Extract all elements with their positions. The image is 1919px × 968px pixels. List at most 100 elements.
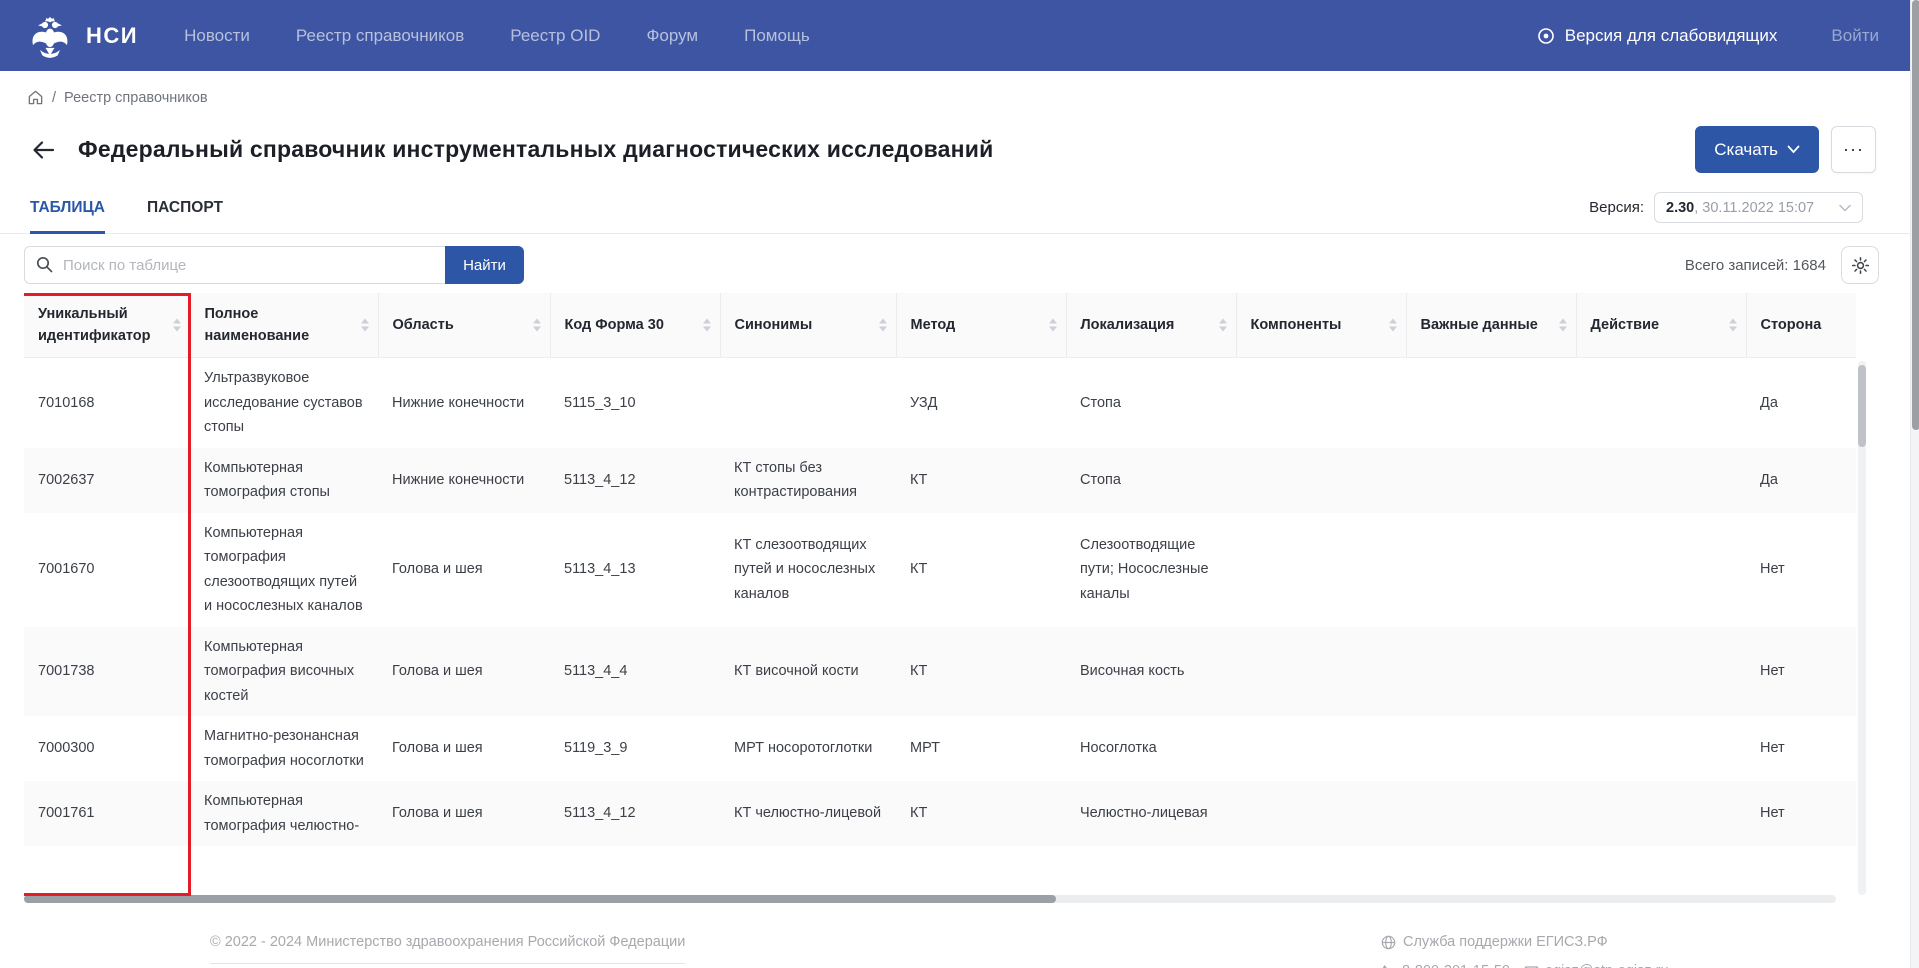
nav-links: Новости Реестр справочников Реестр OID Ф…	[184, 26, 810, 46]
table-row[interactable]: 7001670Компьютерная томография слезоотво…	[24, 513, 1856, 627]
sort-icon[interactable]	[533, 319, 541, 332]
cell-code: 5119_3_9	[550, 716, 720, 781]
nav-item-oid[interactable]: Реестр OID	[510, 26, 600, 46]
sort-icon[interactable]	[703, 319, 711, 332]
cell-id: 7001761	[24, 781, 190, 846]
sort-icon[interactable]	[1729, 319, 1737, 332]
sort-icon[interactable]	[1559, 319, 1567, 332]
cell-localization: Носоглотка	[1066, 716, 1236, 781]
brand[interactable]: НСИ	[28, 13, 138, 59]
footer: © 2022 - 2024 Министерство здравоохранен…	[0, 934, 1919, 968]
horizontal-scrollbar-thumb[interactable]	[24, 895, 1056, 903]
table-row[interactable]: 7001761Компьютерная томография челюстно-…	[24, 781, 1856, 846]
column-label: Область	[393, 317, 454, 333]
total-records-label: Всего записей: 1684	[1685, 257, 1826, 274]
horizontal-scrollbar[interactable]	[24, 895, 1836, 903]
column-header-important[interactable]: Важные данные	[1406, 293, 1576, 358]
nav-item-registry[interactable]: Реестр справочников	[296, 26, 464, 46]
cell-area: Нижние конечности	[378, 448, 550, 513]
tab-table[interactable]: ТАБЛИЦА	[30, 189, 105, 233]
download-button[interactable]: Скачать	[1695, 126, 1819, 173]
version-select[interactable]: 2.30, 30.11.2022 15:07	[1654, 192, 1863, 223]
cell-code: 5115_3_10	[550, 358, 720, 448]
cell-components	[1236, 716, 1406, 781]
search-input[interactable]	[24, 246, 445, 284]
copyright-link[interactable]: © 2022 - 2024 Министерство здравоохранен…	[210, 934, 685, 964]
column-header-localization[interactable]: Локализация	[1066, 293, 1236, 358]
login-button[interactable]: Войти	[1831, 26, 1879, 46]
cell-synonyms: КТ височной кости	[720, 627, 896, 717]
cell-id: 7010168	[24, 358, 190, 448]
column-header-action[interactable]: Действие	[1576, 293, 1746, 358]
back-arrow-icon[interactable]	[30, 136, 58, 164]
vertical-scrollbar[interactable]	[1858, 361, 1866, 895]
sort-icon[interactable]	[361, 319, 369, 332]
download-label: Скачать	[1714, 140, 1778, 160]
cell-area: Голова и шея	[378, 627, 550, 717]
cell-method: КТ	[896, 781, 1066, 846]
table-row[interactable]: 7010168Ультразвуковое исследование суста…	[24, 358, 1856, 448]
table-row[interactable]: 7001738Компьютерная томография височных …	[24, 627, 1856, 717]
column-header-id[interactable]: Уникальный идентификатор	[24, 293, 190, 358]
search-icon	[36, 256, 53, 273]
cell-name: Компьютерная томография стопы	[190, 448, 378, 513]
sort-icon[interactable]	[1219, 319, 1227, 332]
column-header-name[interactable]: Полное наименование	[190, 293, 378, 358]
title-row: Федеральный справочник инструментальных …	[0, 106, 1919, 173]
column-header-method[interactable]: Метод	[896, 293, 1066, 358]
breadcrumb-current[interactable]: Реестр справочников	[64, 90, 208, 106]
cell-synonyms: КТ слезоотводящих путей и носослезных ка…	[720, 513, 896, 627]
cell-method: УЗД	[896, 358, 1066, 448]
cell-components	[1236, 448, 1406, 513]
cell-side: Да	[1746, 448, 1856, 513]
window-scrollbar-thumb[interactable]	[1912, 0, 1919, 430]
cell-id: 7001738	[24, 627, 190, 717]
column-header-code[interactable]: Код Форма 30	[550, 293, 720, 358]
cell-id: 7002637	[24, 448, 190, 513]
sort-icon[interactable]	[1049, 319, 1057, 332]
coat-of-arms-logo	[28, 13, 72, 59]
home-icon[interactable]	[27, 89, 44, 106]
nav-item-news[interactable]: Новости	[184, 26, 250, 46]
cell-area: Голова и шея	[378, 781, 550, 846]
column-header-synonyms[interactable]: Синонимы	[720, 293, 896, 358]
sort-icon[interactable]	[173, 319, 181, 332]
column-label: Код Форма 30	[565, 317, 664, 333]
nav-item-forum[interactable]: Форум	[646, 26, 698, 46]
brand-name: НСИ	[86, 23, 138, 49]
column-label: Локализация	[1081, 317, 1175, 333]
cell-area: Голова и шея	[378, 513, 550, 627]
cell-method: КТ	[896, 448, 1066, 513]
cell-synonyms: КТ стопы без контрастирования	[720, 448, 896, 513]
table-toolbar: Найти Всего записей: 1684	[0, 246, 1919, 284]
vertical-scrollbar-thumb[interactable]	[1858, 365, 1866, 447]
cell-important	[1406, 716, 1576, 781]
sort-icon[interactable]	[879, 319, 887, 332]
sort-icon[interactable]	[1389, 319, 1397, 332]
table-settings-button[interactable]	[1841, 246, 1879, 284]
column-header-side: Сторона	[1746, 293, 1856, 358]
cell-method: КТ	[896, 513, 1066, 627]
cell-name: Компьютерная томография слезоотводящих п…	[190, 513, 378, 627]
column-header-components[interactable]: Компоненты	[1236, 293, 1406, 358]
more-actions-button[interactable]: ···	[1831, 126, 1876, 173]
column-header-area[interactable]: Область	[378, 293, 550, 358]
cell-code: 5113_4_4	[550, 627, 720, 717]
cell-name: Компьютерная томография челюстно-	[190, 781, 378, 846]
window-scrollbar[interactable]	[1910, 0, 1919, 968]
support-phone[interactable]: 8-800-301-15-59	[1381, 963, 1510, 968]
cell-components	[1236, 513, 1406, 627]
data-table: Уникальный идентификаторПолное наименова…	[24, 293, 1856, 846]
nav-item-help[interactable]: Помощь	[744, 26, 810, 46]
table-row[interactable]: 7002637Компьютерная томография стопыНижн…	[24, 448, 1856, 513]
cell-important	[1406, 781, 1576, 846]
cell-code: 5113_4_13	[550, 513, 720, 627]
support-link[interactable]: Служба поддержки ЕГИСЗ.РФ	[1403, 934, 1608, 950]
table-row[interactable]: 7000300Магнитно-резонансная томография н…	[24, 716, 1856, 781]
top-navbar: НСИ Новости Реестр справочников Реестр O…	[0, 0, 1919, 71]
accessibility-version-button[interactable]: Версия для слабовидящих	[1537, 26, 1778, 46]
tab-passport[interactable]: ПАСПОРТ	[147, 189, 223, 233]
phone-number: 8-800-301-15-59	[1402, 963, 1510, 968]
find-button[interactable]: Найти	[445, 246, 524, 284]
support-email[interactable]: egisz@stp-egisz.ru	[1524, 963, 1669, 968]
